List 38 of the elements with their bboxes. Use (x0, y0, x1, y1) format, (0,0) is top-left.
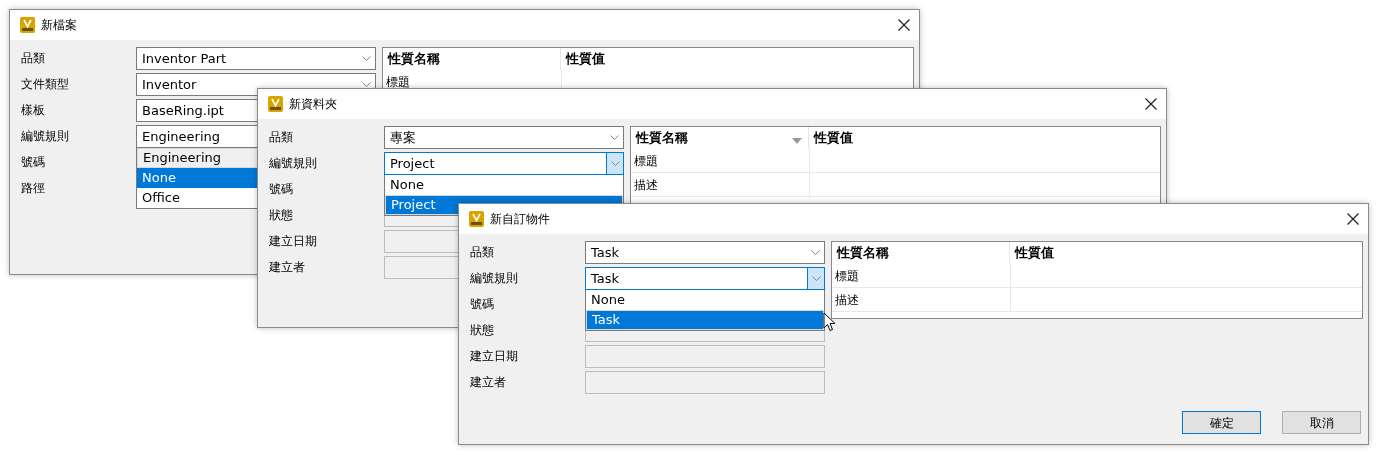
field-label: 建立者 (470, 374, 507, 391)
column-header[interactable]: 性質名稱 (383, 48, 561, 70)
field-label: 號碼 (21, 154, 46, 171)
field-label: 編號規則 (21, 128, 70, 145)
dropdown-field[interactable]: 專案 (384, 126, 624, 149)
field-label: 建立日期 (470, 348, 519, 365)
column-header[interactable]: 性質值 (1010, 242, 1362, 264)
field-label: 狀態 (470, 322, 495, 339)
dropdown-field[interactable]: Task (585, 267, 825, 290)
column-header[interactable]: 性質名稱 (631, 127, 809, 149)
dropdown-field[interactable]: Project (384, 152, 624, 175)
dialog-button[interactable]: 確定 (1182, 411, 1261, 434)
field-label: 建立者 (269, 259, 306, 276)
column-header[interactable]: 性質值 (809, 127, 1160, 149)
dropdown-field[interactable]: Inventor Part (136, 47, 376, 70)
property-name: 描述 (633, 178, 659, 191)
property-name: 標題 (633, 154, 659, 167)
dropdown-field[interactable]: Task (585, 241, 825, 264)
property-name: 標題 (385, 75, 411, 88)
property-name: 標題 (834, 269, 860, 282)
field-label: 號碼 (470, 296, 495, 313)
field-label: 文件類型 (21, 76, 70, 93)
window-title: 新資料夾 (289, 96, 338, 113)
column-header[interactable]: 性質值 (561, 48, 913, 70)
field-label: 建立日期 (269, 233, 318, 250)
field-label: 品類 (269, 129, 294, 146)
field-label: 狀態 (269, 207, 294, 224)
dropdown-option[interactable]: Task (586, 310, 824, 330)
property-name: 描述 (834, 293, 860, 306)
field-label: 樣板 (21, 102, 46, 119)
field-label: 編號規則 (470, 270, 519, 287)
dialog-button[interactable]: 取消 (1282, 411, 1361, 434)
window-title: 新自訂物件 (490, 211, 551, 228)
field-label: 品類 (21, 50, 46, 67)
field-label: 品類 (470, 244, 495, 261)
column-header[interactable]: 性質名稱 (832, 242, 1010, 264)
field-label: 路徑 (21, 180, 46, 197)
window-title: 新檔案 (41, 17, 78, 34)
